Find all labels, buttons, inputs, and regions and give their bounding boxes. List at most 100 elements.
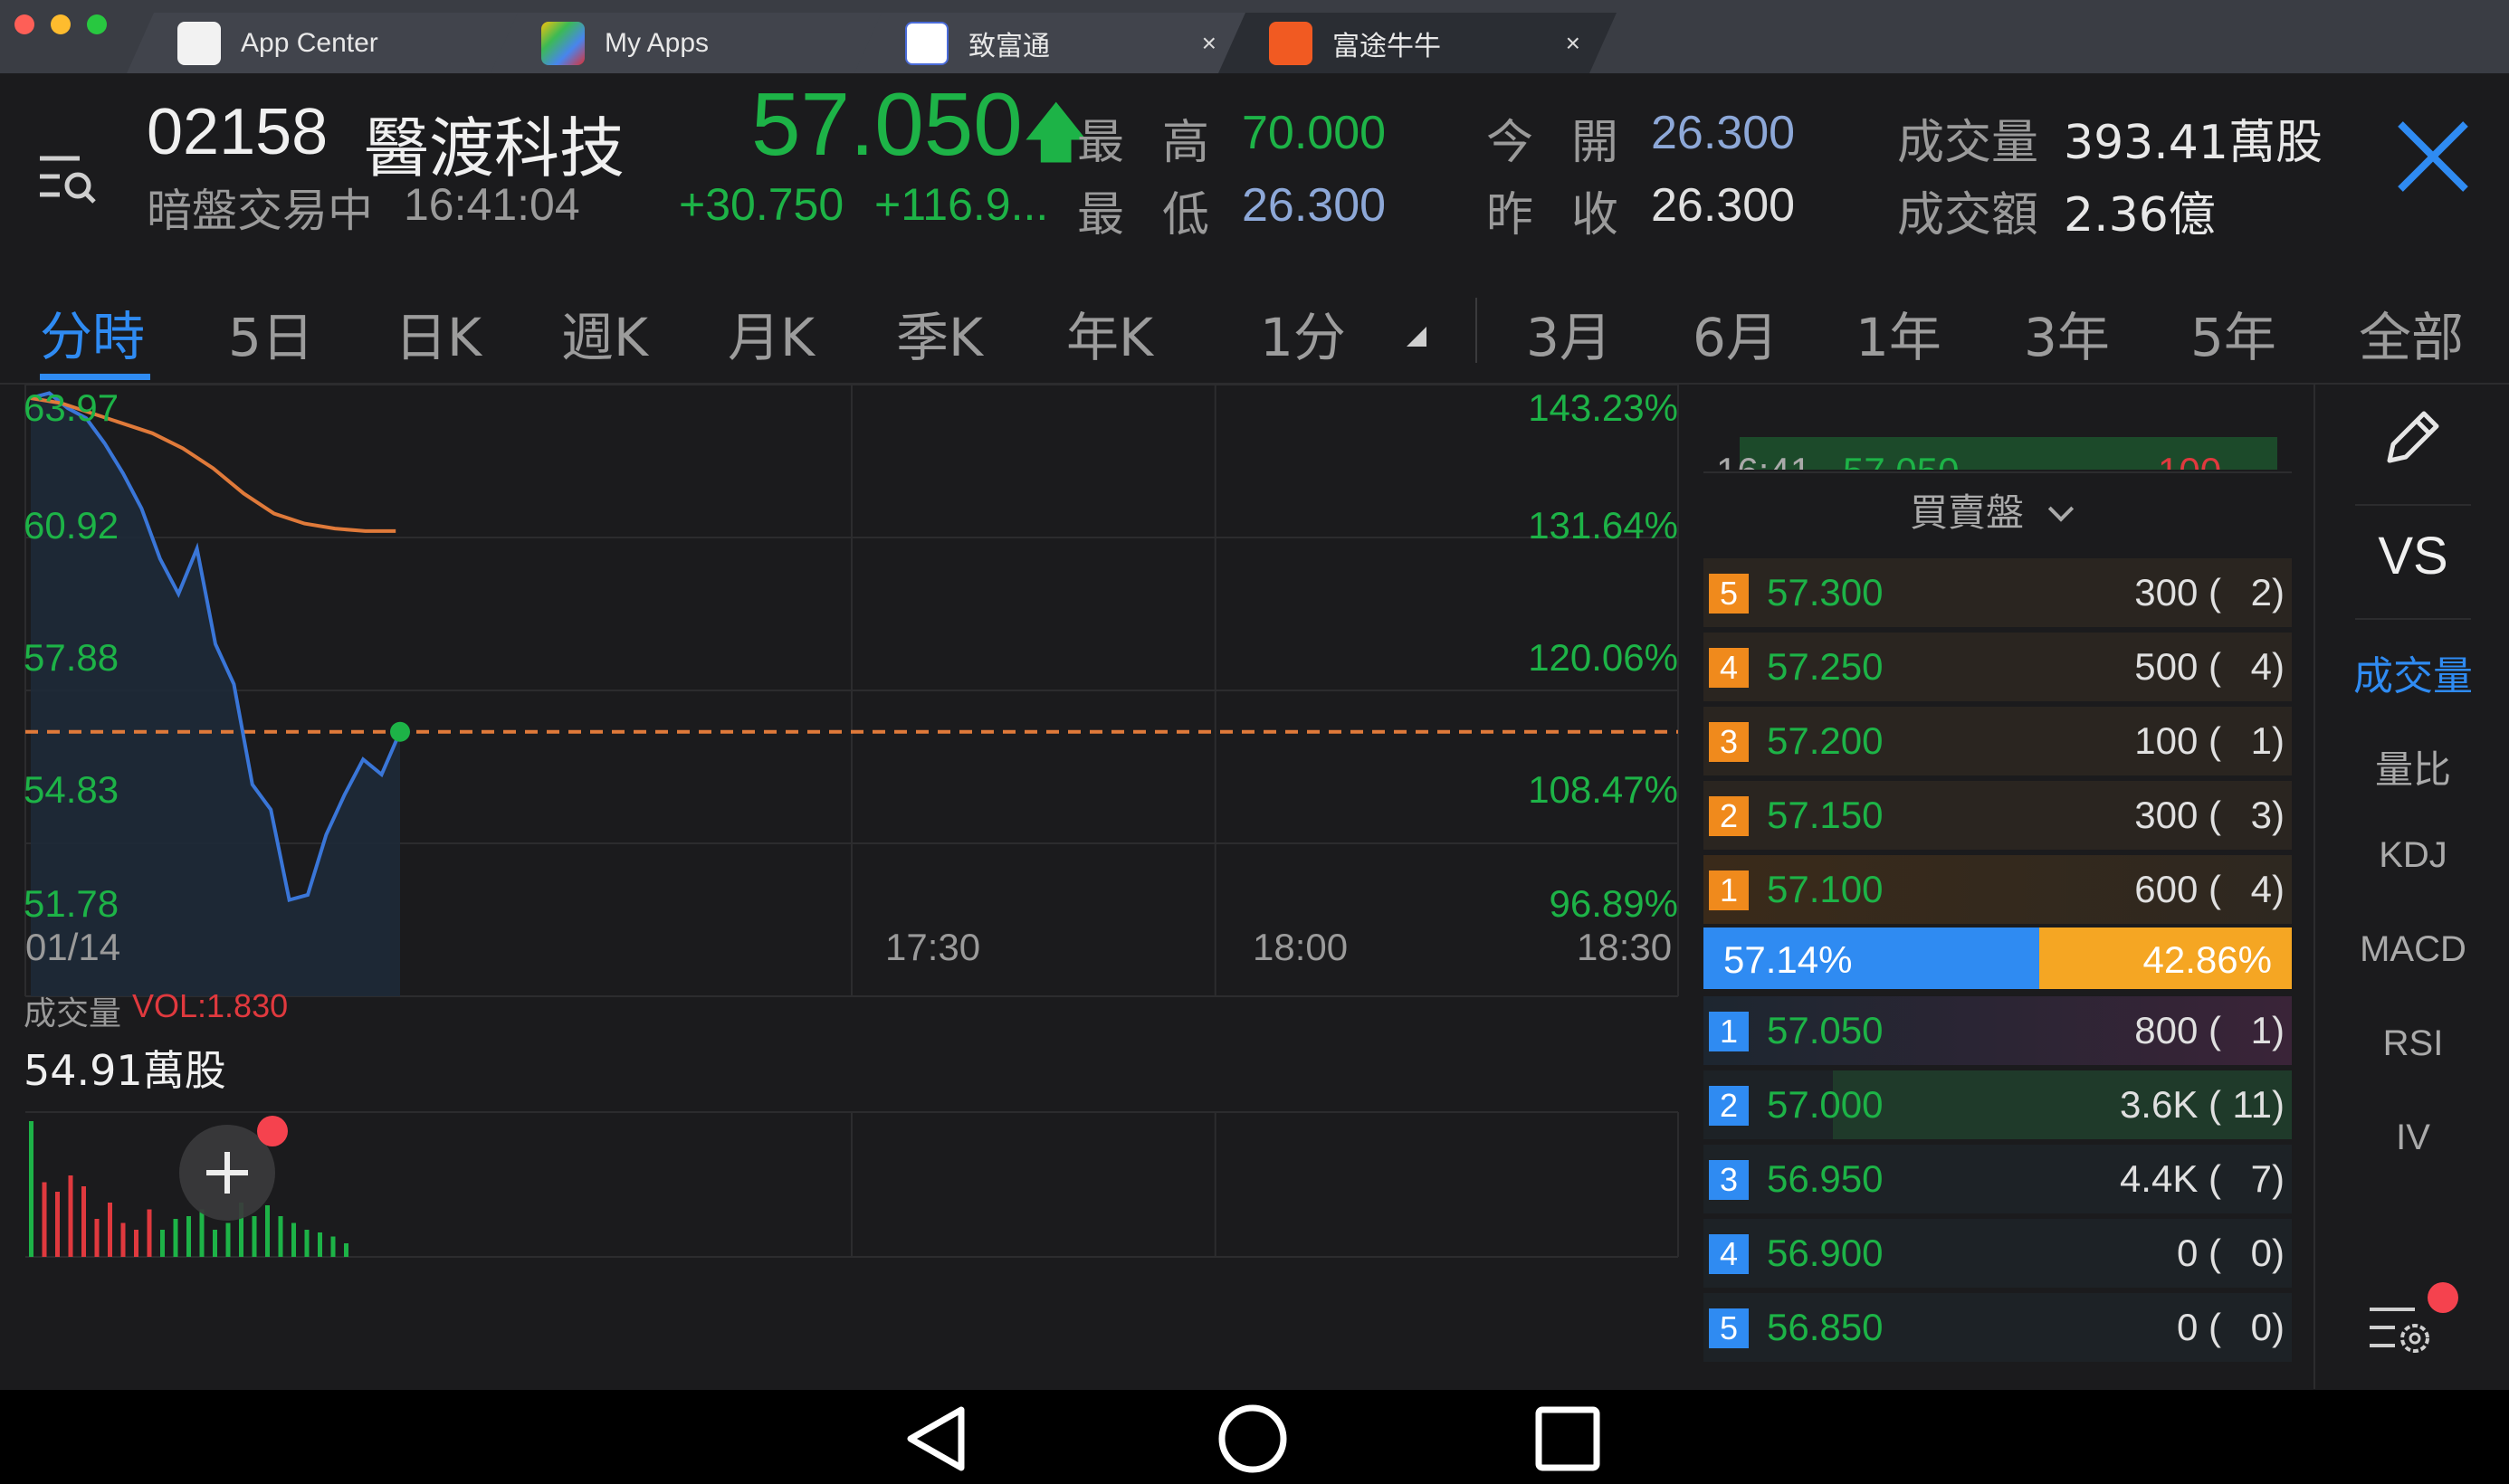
volume-bar <box>252 1216 257 1257</box>
volume-bar <box>304 1230 310 1257</box>
tab-quarterly-k[interactable]: 季K <box>896 295 983 371</box>
indicator-volume[interactable]: 成交量 <box>2317 643 2509 701</box>
y-right-label: 108.47% <box>1528 768 1678 811</box>
tab-daily-k[interactable]: 日K <box>395 295 482 371</box>
volume-bar <box>29 1121 33 1257</box>
tab-monthly-k[interactable]: 月K <box>728 295 815 371</box>
bid-row[interactable]: 1 57.050 800 (1) <box>1703 996 2292 1065</box>
volume-bar <box>120 1222 126 1257</box>
x-axis-label: 18:30 <box>1577 926 1673 968</box>
ask-volume: 300 (3) <box>2134 794 2285 836</box>
pencil-icon[interactable] <box>2377 401 2449 473</box>
right-rail-divider <box>2313 385 2315 1389</box>
volume-bar <box>108 1203 112 1257</box>
ask-row[interactable]: 1 57.100 600 (4) <box>1703 855 2292 924</box>
tab-3month[interactable]: 3月 <box>1526 295 1612 371</box>
tab-3year[interactable]: 3年 <box>2024 295 2110 371</box>
level-badge: 3 <box>1709 722 1749 762</box>
tab-label: 富途牛牛 <box>1332 31 1441 62</box>
volume-bar <box>68 1175 73 1257</box>
indicator-kdj[interactable]: KDJ <box>2317 835 2509 876</box>
tab-1min[interactable]: 1分 <box>1260 295 1346 371</box>
home-icon[interactable] <box>1216 1403 1289 1475</box>
price-change: +30.750 <box>679 179 844 230</box>
volume-bar <box>344 1243 348 1257</box>
bid-volume: 800 (1) <box>2134 1009 2285 1051</box>
ask-row[interactable]: 4 57.250 500 (4) <box>1703 633 2292 701</box>
volume-label: 成交量 <box>1897 116 2039 170</box>
maximize-window-button[interactable] <box>87 14 107 34</box>
volume-bar <box>81 1186 86 1257</box>
close-icon[interactable] <box>2390 113 2476 200</box>
tab-1year[interactable]: 1年 <box>1856 295 1941 371</box>
close-icon[interactable]: × <box>1202 29 1216 58</box>
volume-bar <box>278 1216 283 1257</box>
open-value: 26.300 <box>1651 107 1796 159</box>
high-label: 最高 <box>1077 116 1210 170</box>
close-window-button[interactable] <box>14 14 34 34</box>
bid-row[interactable]: 2 57.000 3.6K (11) <box>1703 1070 2292 1139</box>
x-axis-label: 01/14 <box>25 926 121 968</box>
stock-name: 醫渡科技 <box>364 110 625 186</box>
app-content: 02158 醫渡科技 暗盤交易中 16:41:04 57.050🡅 +30.75… <box>0 73 2509 1390</box>
tab-6month[interactable]: 6月 <box>1693 295 1779 371</box>
bid-row[interactable]: 3 56.950 4.4K (7) <box>1703 1145 2292 1213</box>
indicator-macd[interactable]: MACD <box>2317 929 2509 970</box>
vs-button[interactable]: VS <box>2317 526 2509 586</box>
bid-price: 57.050 <box>1767 1009 1884 1051</box>
y-left-label: 57.88 <box>24 636 119 679</box>
active-tab-underline <box>40 374 150 380</box>
y-right-label: 143.23% <box>1528 386 1678 429</box>
tab-app-center[interactable]: App Center <box>127 13 525 73</box>
ask-volume: 100 (1) <box>2134 719 2285 762</box>
tab-yearly-k[interactable]: 年K <box>1066 295 1153 371</box>
close-icon[interactable]: × <box>1566 29 1580 58</box>
bid-ask-ratio-bar: 57.14% 42.86% <box>1703 928 2292 989</box>
back-icon[interactable] <box>902 1403 974 1475</box>
ask-price: 57.100 <box>1767 868 1884 910</box>
tab-5day[interactable]: 5日 <box>228 295 314 371</box>
low-value: 26.300 <box>1242 179 1387 232</box>
bid-price: 56.950 <box>1767 1157 1884 1200</box>
search-menu-icon[interactable] <box>34 146 100 211</box>
tab-futu[interactable]: 富途牛牛 × <box>1218 13 1617 73</box>
high-value: 70.000 <box>1242 107 1387 159</box>
y-left-label: 54.83 <box>24 768 119 811</box>
recents-icon[interactable] <box>1531 1403 1604 1475</box>
volume-bar <box>213 1230 217 1257</box>
volume-bar <box>330 1236 336 1257</box>
level-badge: 5 <box>1709 1308 1749 1348</box>
tab-all[interactable]: 全部 <box>2359 295 2464 371</box>
volume-max-label: 54.91萬股 <box>24 1046 226 1095</box>
indicator-rsi[interactable]: RSI <box>2317 1023 2509 1064</box>
dropdown-triangle-icon[interactable] <box>1407 327 1426 347</box>
rail-separator <box>2355 618 2471 620</box>
x-axis-label: 18:00 <box>1253 926 1349 968</box>
ask-row[interactable]: 5 57.300 300 (2) <box>1703 558 2292 627</box>
ask-row[interactable]: 3 57.200 100 (1) <box>1703 707 2292 775</box>
volume-bar <box>225 1222 231 1257</box>
ask-row[interactable]: 2 57.150 300 (3) <box>1703 781 2292 850</box>
window-titlebar: App Center My Apps 致富通 × 富途牛牛 × <box>0 0 2509 73</box>
latest-trade-row: 16:41 57.050 100 <box>1703 437 2292 470</box>
indicator-iv[interactable]: IV <box>2317 1118 2509 1158</box>
volume-indicator-label[interactable]: 成交量 <box>24 987 121 1034</box>
tab-zhifutong[interactable]: 致富通 × <box>854 13 1253 73</box>
futu-icon <box>1269 22 1312 65</box>
tab-my-apps[interactable]: My Apps <box>491 13 889 73</box>
bid-volume: 4.4K (7) <box>2119 1157 2285 1200</box>
tab-5year[interactable]: 5年 <box>2190 295 2276 371</box>
trade-vol: 100 <box>2158 450 2221 470</box>
level-badge: 2 <box>1709 1086 1749 1126</box>
orderbook-header[interactable]: 買賣盤 <box>1910 482 2075 537</box>
minimize-window-button[interactable] <box>51 14 71 34</box>
bid-row[interactable]: 5 56.850 0 (0) <box>1703 1293 2292 1362</box>
volume-bar <box>173 1219 178 1257</box>
tab-intraday[interactable]: 分時 <box>40 294 145 370</box>
notification-dot <box>257 1116 288 1146</box>
app-center-icon <box>177 22 221 65</box>
bid-row[interactable]: 4 56.900 0 (0) <box>1703 1219 2292 1288</box>
indicator-volume-ratio[interactable]: 量比 <box>2317 739 2509 794</box>
bid-volume: 3.6K (11) <box>2119 1083 2285 1126</box>
tab-weekly-k[interactable]: 週K <box>561 295 648 371</box>
